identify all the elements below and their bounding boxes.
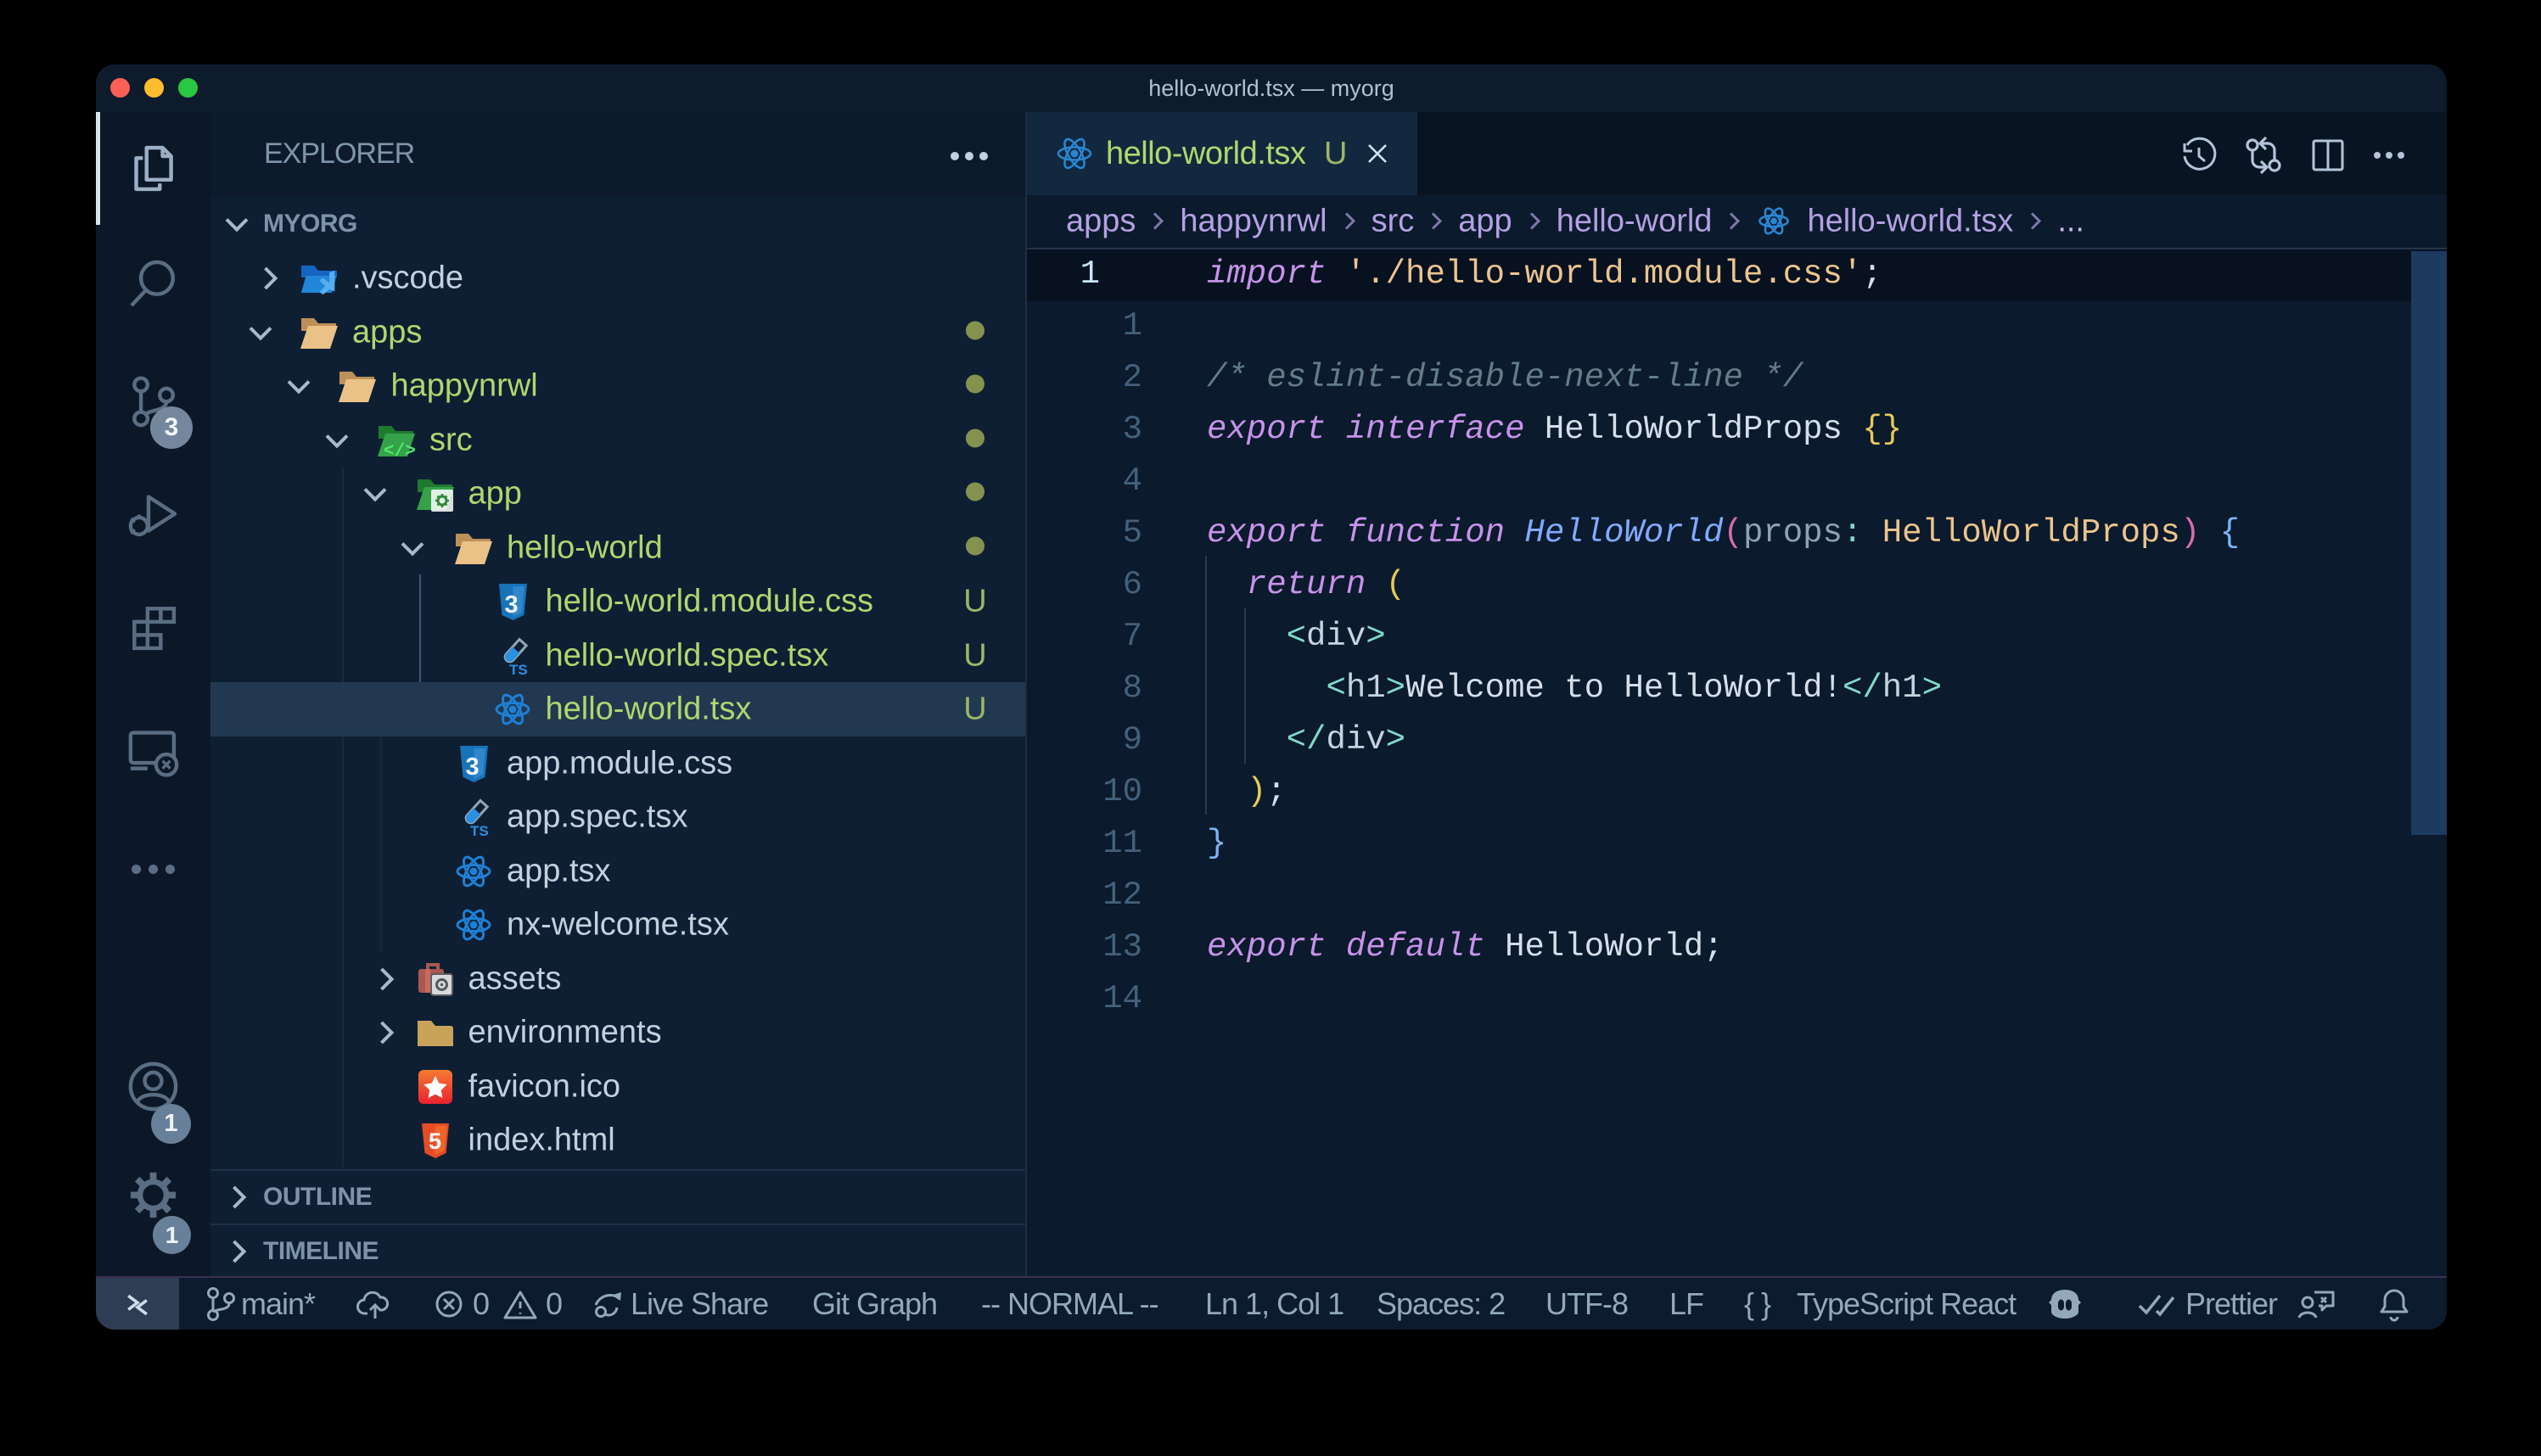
svg-text:TS: TS <box>470 823 489 837</box>
svg-text:3: 3 <box>466 753 480 781</box>
svg-text:TS: TS <box>509 662 528 676</box>
svg-text:</>: </> <box>384 442 416 461</box>
svg-text:3: 3 <box>504 591 518 619</box>
svg-text:5: 5 <box>429 1128 441 1154</box>
